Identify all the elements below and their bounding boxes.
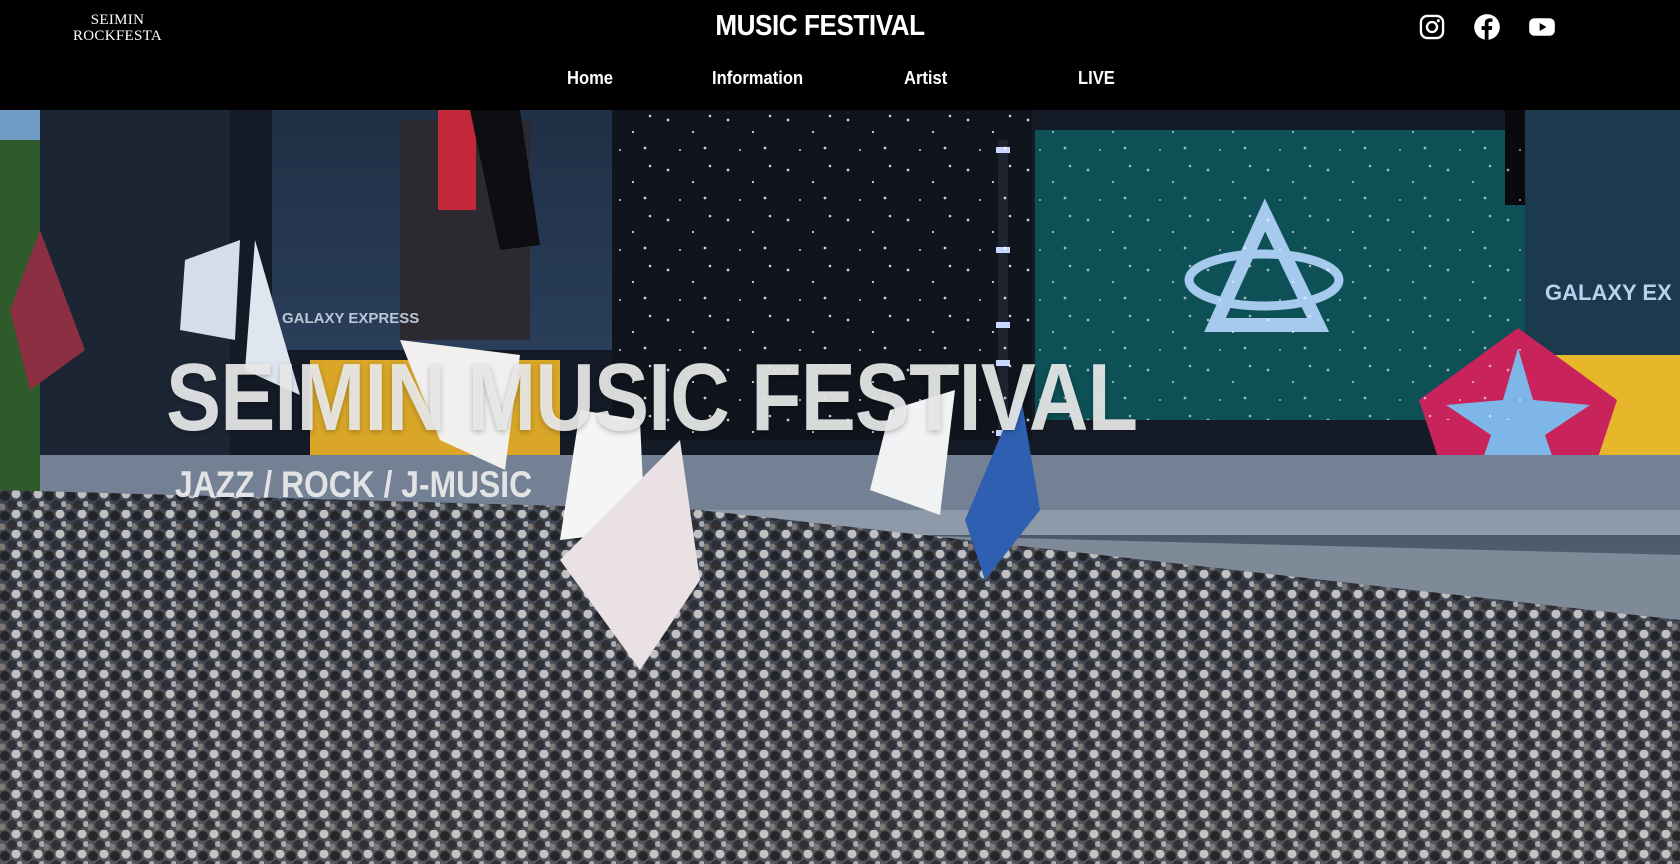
hero-title: SEIMIN MUSIC FESTIVAL: [166, 344, 1138, 451]
instagram-link[interactable]: [1418, 13, 1446, 41]
hero-subtitle: JAZZ / ROCK / J-MUSIC: [175, 464, 533, 505]
youtube-icon: [1529, 18, 1555, 36]
facebook-icon: [1474, 14, 1500, 40]
social-links: [1418, 13, 1583, 41]
screen-caption-right: GALAXY EX: [1545, 280, 1672, 305]
screen-caption-left: GALAXY EXPRESS: [282, 310, 419, 327]
nav-artist[interactable]: Artist: [904, 68, 947, 89]
nav-home[interactable]: Home: [567, 68, 613, 89]
site-title: MUSIC FESTIVAL: [715, 10, 925, 42]
hero-section: GALAXY EXPRESS GALAXY EX SEIMIN MUSIC FE…: [0, 110, 1680, 864]
nav-information[interactable]: Information: [712, 68, 803, 89]
facebook-link[interactable]: [1473, 13, 1501, 41]
main-nav: Home Information Artist LIVE: [0, 68, 1680, 94]
nav-live[interactable]: LIVE: [1078, 68, 1115, 89]
instagram-icon: [1419, 14, 1445, 40]
logo-line-2: ROCKFESTA: [72, 28, 163, 44]
logo-line-1: SEIMIN: [90, 12, 145, 28]
site-header: SEIMIN ROCKFESTA MUSIC FESTIVAL Home Inf…: [0, 0, 1680, 110]
youtube-link[interactable]: [1528, 13, 1556, 41]
site-logo[interactable]: SEIMIN ROCKFESTA: [60, 12, 175, 44]
